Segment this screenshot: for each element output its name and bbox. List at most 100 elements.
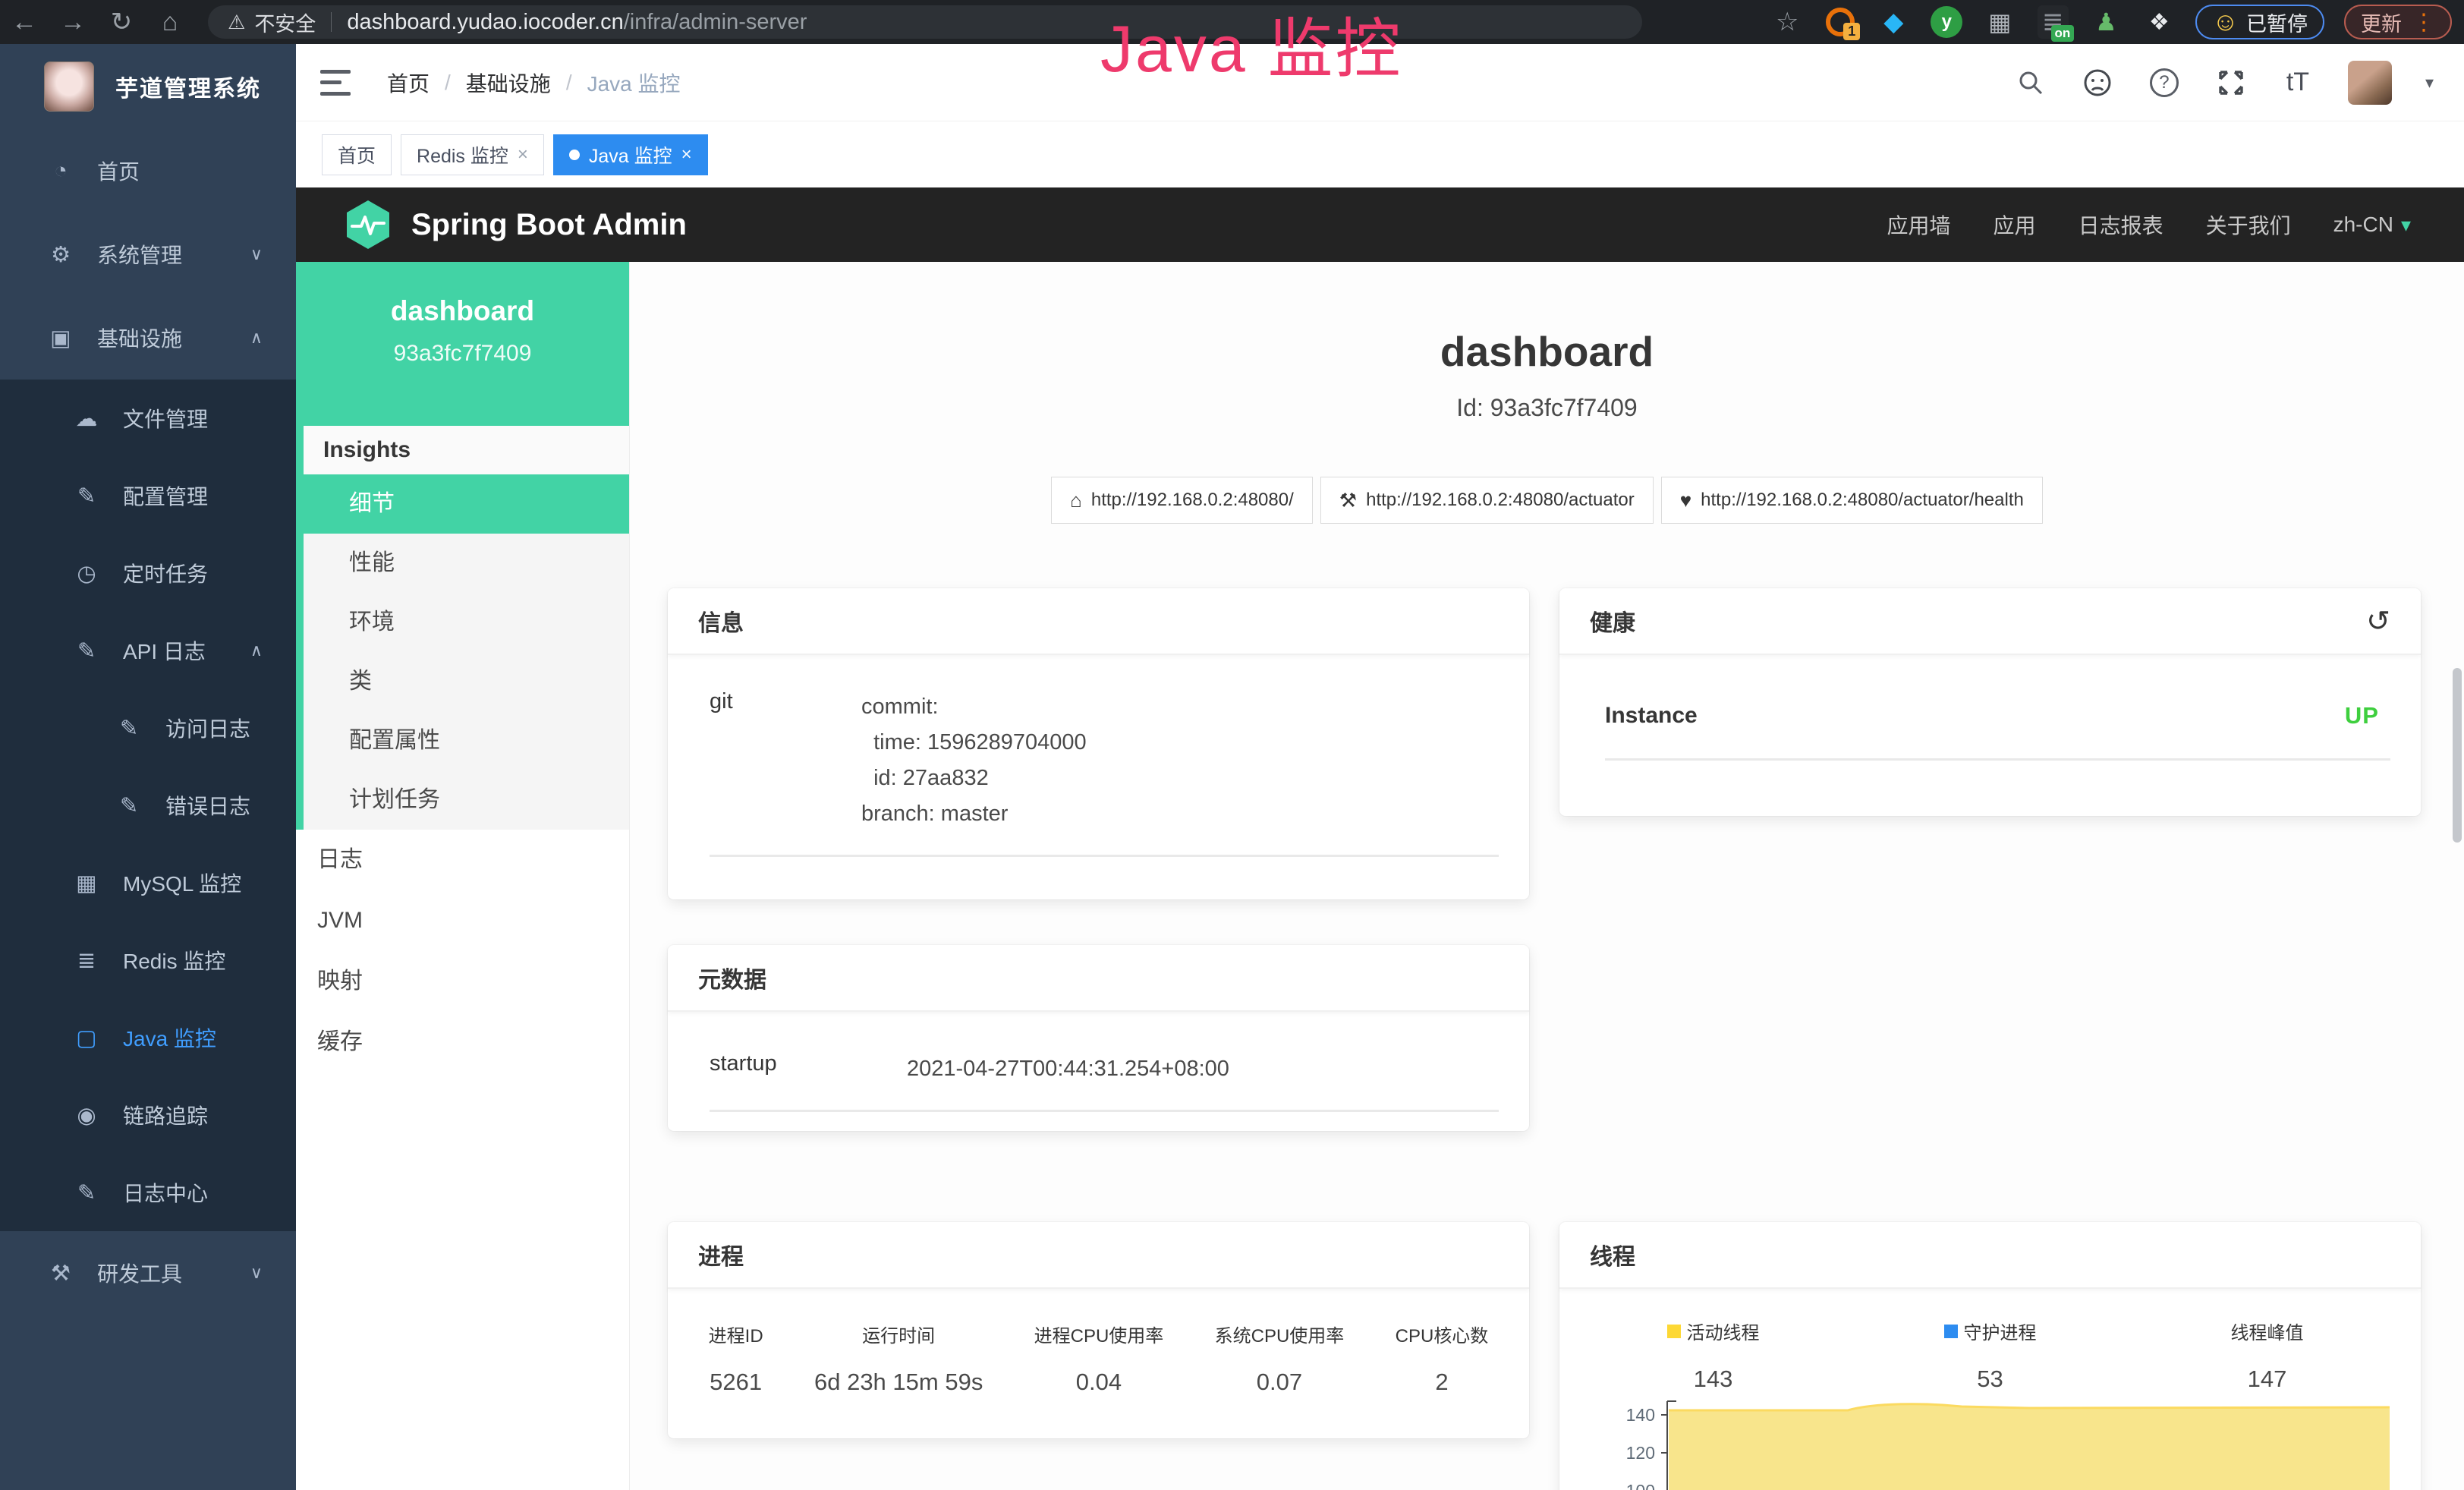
extension-pin-icon[interactable]: ◆ [1877, 5, 1910, 39]
service-url-button[interactable]: ⌂ http://192.168.0.2:48080/ [1051, 477, 1313, 524]
sba-language-select[interactable]: zh-CN ▾ [2333, 213, 2411, 237]
sba-item-jvm[interactable]: JVM [296, 890, 629, 951]
browser-reload-icon[interactable]: ↻ [97, 7, 146, 37]
panel-title: 元数据 [698, 961, 766, 994]
info-panel-header: 信息 [668, 588, 1529, 655]
sba-item-mappings[interactable]: 映射 [296, 951, 629, 1012]
github-icon[interactable] [2081, 66, 2114, 99]
extension-leaf-icon[interactable]: ♟ [2089, 5, 2123, 39]
sba-nav-wall[interactable]: 应用墙 [1887, 209, 1951, 240]
page-scrollbar-thumb[interactable] [2453, 668, 2462, 843]
extension-list-icon[interactable]: ≣ on [2036, 5, 2069, 39]
chevron-down-icon: ∨ [250, 244, 263, 264]
font-size-icon[interactable]: tT [2281, 66, 2315, 99]
tab-home[interactable]: 首页 [322, 134, 392, 175]
sba-item-scheduled-tasks[interactable]: 计划任务 [304, 770, 629, 830]
fullscreen-icon[interactable] [2214, 66, 2248, 99]
extensions-puzzle-icon[interactable]: ❖ [2142, 5, 2176, 39]
tab-java-active[interactable]: Java 监控 × [553, 134, 708, 175]
extension-green-icon[interactable]: y [1930, 5, 1963, 39]
chrome-update-pill[interactable]: 更新 ⋮ [2344, 5, 2452, 39]
sba-item-metrics[interactable]: 性能 [304, 534, 629, 593]
app-logo-row[interactable]: 芋道管理系统 [0, 44, 296, 129]
sidebar-item-label: 文件管理 [123, 403, 208, 433]
metadata-panel: 元数据 startup 2021-04-27T00:44:31.254+08:0… [668, 945, 1529, 1131]
url-domain[interactable]: dashboard.yudao.iocoder.cn [347, 10, 623, 35]
tab-close-icon[interactable]: × [681, 144, 692, 165]
sba-nav-journal[interactable]: 日志报表 [2079, 209, 2163, 240]
health-instance-row[interactable]: Instance UP [1559, 655, 2421, 729]
avatar-caret-icon[interactable]: ▾ [2425, 73, 2434, 93]
sba-item-logfile[interactable]: 日志 [296, 830, 629, 890]
process-pid-col: 进程ID 5261 [709, 1321, 763, 1396]
sba-nav-about[interactable]: 关于我们 [2206, 209, 2291, 240]
address-bar[interactable]: ⚠ 不安全 dashboard.yudao.iocoder.cn/infra/a… [208, 5, 1642, 39]
sba-main-content: dashboard Id: 93a3fc7f7409 ⌂ http://192.… [630, 262, 2464, 1490]
sba-brand[interactable]: Spring Boot Admin [345, 199, 687, 250]
sidebar-item-mysql[interactable]: ▦ MySQL 监控 [0, 844, 296, 921]
sba-item-caches[interactable]: 缓存 [296, 1012, 629, 1073]
log-edit-icon: ✎ [71, 638, 102, 664]
blue-pin-icon: ◆ [1883, 7, 1903, 37]
tab-redis[interactable]: Redis 监控 × [401, 134, 544, 175]
database-grid-icon: ▦ [71, 870, 102, 896]
sidebar-item-trace[interactable]: ◉ 链路追踪 [0, 1076, 296, 1154]
kebab-menu-icon[interactable]: ⋮ [2412, 9, 2435, 36]
not-secure-label[interactable]: 不安全 [254, 8, 316, 37]
sba-item-configprops[interactable]: 配置属性 [304, 711, 629, 770]
health-url-button[interactable]: ♥ http://192.168.0.2:48080/actuator/heal… [1661, 477, 2043, 524]
sidebar-item-accesslog[interactable]: ✎ 访问日志 [0, 689, 296, 767]
sidebar-item-system[interactable]: ⚙ 系统管理 ∨ [0, 213, 296, 296]
breadcrumb-home[interactable]: 首页 [387, 68, 430, 98]
paused-label: 已暂停 [2246, 8, 2308, 37]
sba-insights-group: Insights 细节 性能 环境 类 配置属性 计划任务 [296, 426, 629, 830]
help-icon[interactable]: ? [2148, 66, 2181, 99]
extension-orange-icon[interactable]: 1 [1824, 5, 1857, 39]
instance-title: dashboard [630, 327, 2464, 376]
sidebar-item-file[interactable]: ☁ 文件管理 [0, 380, 296, 457]
sba-item-environment[interactable]: 环境 [304, 593, 629, 652]
avatar[interactable] [2348, 61, 2392, 105]
sidebar-collapse-icon[interactable] [320, 70, 351, 96]
history-icon[interactable]: ↺ [2366, 604, 2390, 638]
stat-label: 系统CPU使用率 [1215, 1321, 1345, 1347]
sidebar-item-job[interactable]: ◷ 定时任务 [0, 534, 296, 612]
sba-app-block[interactable]: dashboard 93a3fc7f7409 [296, 262, 629, 426]
extension-grid-icon[interactable]: ▦ [1983, 5, 2016, 39]
sidebar-item-infra[interactable]: ▣ 基础设施 ∧ [0, 296, 296, 380]
chevron-down-icon: ∨ [250, 1263, 263, 1283]
sidebar-item-devtools[interactable]: ⚒ 研发工具 ∨ [0, 1231, 296, 1315]
tab-label: 首页 [338, 141, 376, 169]
app-sidebar: 芋道管理系统 ◔ 首页 ⚙ 系统管理 ∨ ▣ 基础设施 ∧ ☁ 文件管理 ✎ 配… [0, 44, 296, 1490]
dashboard-gauge-icon: ◔ [46, 159, 76, 184]
timer-icon: ◷ [71, 560, 102, 587]
stat-value: 5261 [709, 1369, 763, 1396]
sidebar-item-config[interactable]: ✎ 配置管理 [0, 457, 296, 534]
sba-nav-applications[interactable]: 应用 [1994, 209, 2036, 240]
info-git-row: git commit: time: 1596289704000 id: 27aa… [668, 655, 1529, 832]
profile-paused-pill[interactable]: ☺ 已暂停 [2195, 5, 2324, 39]
search-icon[interactable] [2014, 66, 2047, 99]
browser-home-icon[interactable]: ⌂ [146, 8, 194, 37]
daemon-threads-col: 守护进程 53 [1852, 1318, 2129, 1393]
sba-item-details[interactable]: 细节 [304, 474, 629, 534]
health-url: http://192.168.0.2:48080/actuator/health [1701, 490, 2024, 511]
process-uptime-col: 运行时间 6d 23h 15m 59s [814, 1321, 983, 1396]
sba-item-classes[interactable]: 类 [304, 652, 629, 711]
sidebar-item-errorlog[interactable]: ✎ 错误日志 [0, 767, 296, 844]
sba-brand-title: Spring Boot Admin [411, 208, 687, 242]
tab-close-icon[interactable]: × [518, 144, 528, 165]
sidebar-item-redis[interactable]: ≣ Redis 监控 [0, 921, 296, 999]
not-secure-warning-icon: ⚠ [228, 11, 245, 34]
sidebar-item-logcenter[interactable]: ✎ 日志中心 [0, 1154, 296, 1231]
sidebar-item-apilog[interactable]: ✎ API 日志 ∧ [0, 612, 296, 689]
browser-back-icon[interactable]: ← [0, 8, 49, 37]
bookmark-star-icon[interactable]: ☆ [1770, 7, 1804, 37]
sidebar-item-label: 首页 [97, 156, 140, 186]
sidebar-item-java[interactable]: ▢ Java 监控 [0, 999, 296, 1076]
browser-forward-icon[interactable]: → [49, 8, 97, 37]
sidebar-item-home[interactable]: ◔ 首页 [0, 129, 296, 213]
stat-label: CPU核心数 [1396, 1321, 1489, 1347]
actuator-url-button[interactable]: ⚒ http://192.168.0.2:48080/actuator [1320, 477, 1654, 524]
metadata-startup-row: startup 2021-04-27T00:44:31.254+08:00 [668, 1012, 1529, 1087]
